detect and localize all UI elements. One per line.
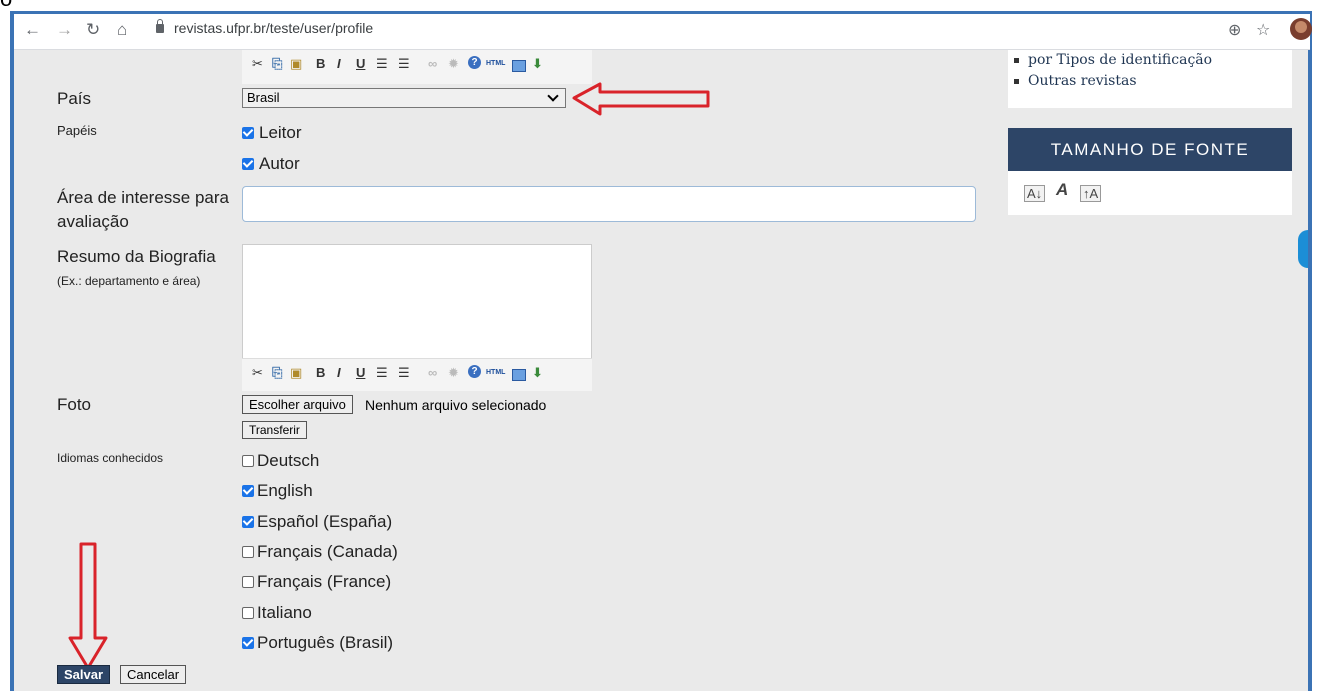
image-icon[interactable] bbox=[512, 60, 526, 72]
checkbox[interactable] bbox=[242, 576, 254, 588]
upload-icon[interactable]: ⬇ bbox=[532, 56, 543, 72]
home-icon[interactable]: ⌂ bbox=[117, 20, 127, 40]
sidebar-link[interactable]: por Tipos de identificação bbox=[1014, 50, 1292, 71]
forward-icon[interactable]: → bbox=[56, 20, 73, 40]
profile-page: ✂ ⎘ ▣ B I U ☰ ☰ ∞ ✹ ? HTML ⬇ País Brasil… bbox=[14, 50, 1308, 691]
unlink-icon[interactable]: ✹ bbox=[448, 56, 459, 72]
annotation-arrow-left bbox=[572, 82, 710, 116]
link-icon[interactable]: ∞ bbox=[428, 56, 437, 71]
copy-icon[interactable]: ⎘ bbox=[272, 56, 282, 72]
link-icon[interactable]: ∞ bbox=[428, 365, 437, 380]
upload-button[interactable]: Transferir bbox=[242, 421, 307, 439]
image-icon[interactable] bbox=[512, 369, 526, 381]
font-default-icon[interactable]: A bbox=[1054, 181, 1070, 198]
sidebar-link[interactable]: Outras revistas bbox=[1014, 71, 1292, 92]
copy-icon[interactable]: ⎘ bbox=[272, 365, 282, 381]
cut-icon[interactable]: ✂ bbox=[252, 365, 263, 381]
numbered-list-icon[interactable]: ☰ bbox=[398, 56, 410, 72]
review-interest-label: Área de interesse para bbox=[57, 188, 229, 207]
role-label: Leitor bbox=[259, 123, 302, 142]
font-size-controls: A↓ A ↑A bbox=[1008, 171, 1292, 215]
bullet-list-icon[interactable]: ☰ bbox=[376, 56, 388, 72]
language-label: Português (Brasil) bbox=[257, 633, 394, 652]
language-label: Italiano bbox=[257, 603, 312, 622]
font-size-title: TAMANHO DE FONTE bbox=[1008, 128, 1292, 171]
checkbox[interactable] bbox=[242, 485, 254, 497]
numbered-list-icon[interactable]: ☰ bbox=[398, 365, 410, 381]
lock-icon bbox=[156, 19, 164, 33]
bold-icon[interactable]: B bbox=[316, 365, 325, 380]
review-interest-input[interactable] bbox=[242, 186, 976, 222]
language-label: English bbox=[257, 481, 313, 500]
browser-toolbar: ← → ↻ ⌂ revistas.ufpr.br/teste/user/prof… bbox=[14, 14, 1312, 50]
reload-icon[interactable]: ↻ bbox=[86, 20, 100, 40]
checkbox[interactable] bbox=[242, 516, 254, 528]
bold-icon[interactable]: B bbox=[316, 56, 325, 71]
underline-icon[interactable]: U bbox=[356, 365, 365, 380]
paste-icon[interactable]: ▣ bbox=[290, 365, 302, 381]
help-icon[interactable]: ? bbox=[468, 365, 481, 378]
html-icon[interactable]: HTML bbox=[486, 60, 505, 67]
checkbox[interactable] bbox=[242, 455, 254, 467]
choose-file-button[interactable]: Escolher arquivo bbox=[242, 395, 353, 414]
url-text: revistas.ufpr.br/teste/user/profile bbox=[174, 20, 374, 36]
cropped-caption: ó bbox=[0, 0, 1320, 11]
annotation-arrow-down bbox=[68, 542, 108, 670]
language-label: Français (France) bbox=[257, 572, 392, 591]
sidebar-links: por Tipos de identificação Outras revist… bbox=[1008, 50, 1292, 108]
checkbox[interactable] bbox=[242, 637, 254, 649]
accessibility-tab[interactable] bbox=[1298, 230, 1308, 268]
review-interest-label-2: avaliação bbox=[57, 212, 129, 231]
back-icon[interactable]: ← bbox=[24, 20, 41, 40]
languages-label: Idiomas conhecidos bbox=[57, 451, 164, 465]
language-label: Español (España) bbox=[257, 512, 393, 531]
font-smaller-icon[interactable]: A↓ bbox=[1024, 185, 1046, 202]
html-icon[interactable]: HTML bbox=[486, 369, 505, 376]
unlink-icon[interactable]: ✹ bbox=[448, 365, 459, 381]
country-label: País bbox=[57, 89, 92, 108]
bio-label: Resumo da Biografia bbox=[57, 247, 216, 266]
bullet-list-icon[interactable]: ☰ bbox=[376, 365, 388, 381]
zoom-icon[interactable]: ⊕ bbox=[1228, 20, 1241, 40]
italic-icon[interactable]: I bbox=[337, 56, 341, 71]
country-select[interactable]: Brasil bbox=[242, 88, 566, 108]
chevron-down-icon bbox=[547, 90, 559, 102]
paste-icon[interactable]: ▣ bbox=[290, 56, 302, 72]
language-label: Français (Canada) bbox=[257, 542, 398, 561]
editor-toolbar-bio: ✂ ⎘ ▣ B I U ☰ ☰ ∞ ✹ ? HTML ⬇ bbox=[242, 358, 592, 391]
role-label: Autor bbox=[259, 154, 300, 173]
cancel-button[interactable]: Cancelar bbox=[120, 665, 187, 684]
checkbox[interactable] bbox=[242, 607, 254, 619]
checkbox[interactable] bbox=[242, 158, 254, 170]
language-label: Deutsch bbox=[257, 451, 320, 470]
checkbox[interactable] bbox=[242, 546, 254, 558]
editor-toolbar-top: ✂ ⎘ ▣ B I U ☰ ☰ ∞ ✹ ? HTML ⬇ bbox=[242, 50, 592, 84]
italic-icon[interactable]: I bbox=[337, 365, 341, 380]
star-icon[interactable]: ☆ bbox=[1256, 20, 1270, 40]
underline-icon[interactable]: U bbox=[356, 56, 365, 71]
checkbox[interactable] bbox=[242, 127, 254, 139]
address-bar[interactable]: revistas.ufpr.br/teste/user/profile bbox=[156, 19, 374, 36]
roles-label: Papéis bbox=[57, 123, 97, 138]
cut-icon[interactable]: ✂ bbox=[252, 56, 263, 72]
upload-icon[interactable]: ⬇ bbox=[532, 365, 543, 381]
bio-textarea[interactable] bbox=[242, 244, 592, 359]
bio-hint: (Ex.: departamento e área) bbox=[57, 274, 201, 288]
font-larger-icon[interactable]: ↑A bbox=[1080, 185, 1102, 202]
save-button[interactable]: Salvar bbox=[57, 665, 111, 684]
photo-label: Foto bbox=[57, 395, 92, 414]
avatar[interactable] bbox=[1290, 18, 1312, 40]
help-icon[interactable]: ? bbox=[468, 56, 481, 69]
country-selected-value: Brasil bbox=[247, 90, 280, 105]
no-file-text: Nenhum arquivo selecionado bbox=[365, 397, 547, 413]
